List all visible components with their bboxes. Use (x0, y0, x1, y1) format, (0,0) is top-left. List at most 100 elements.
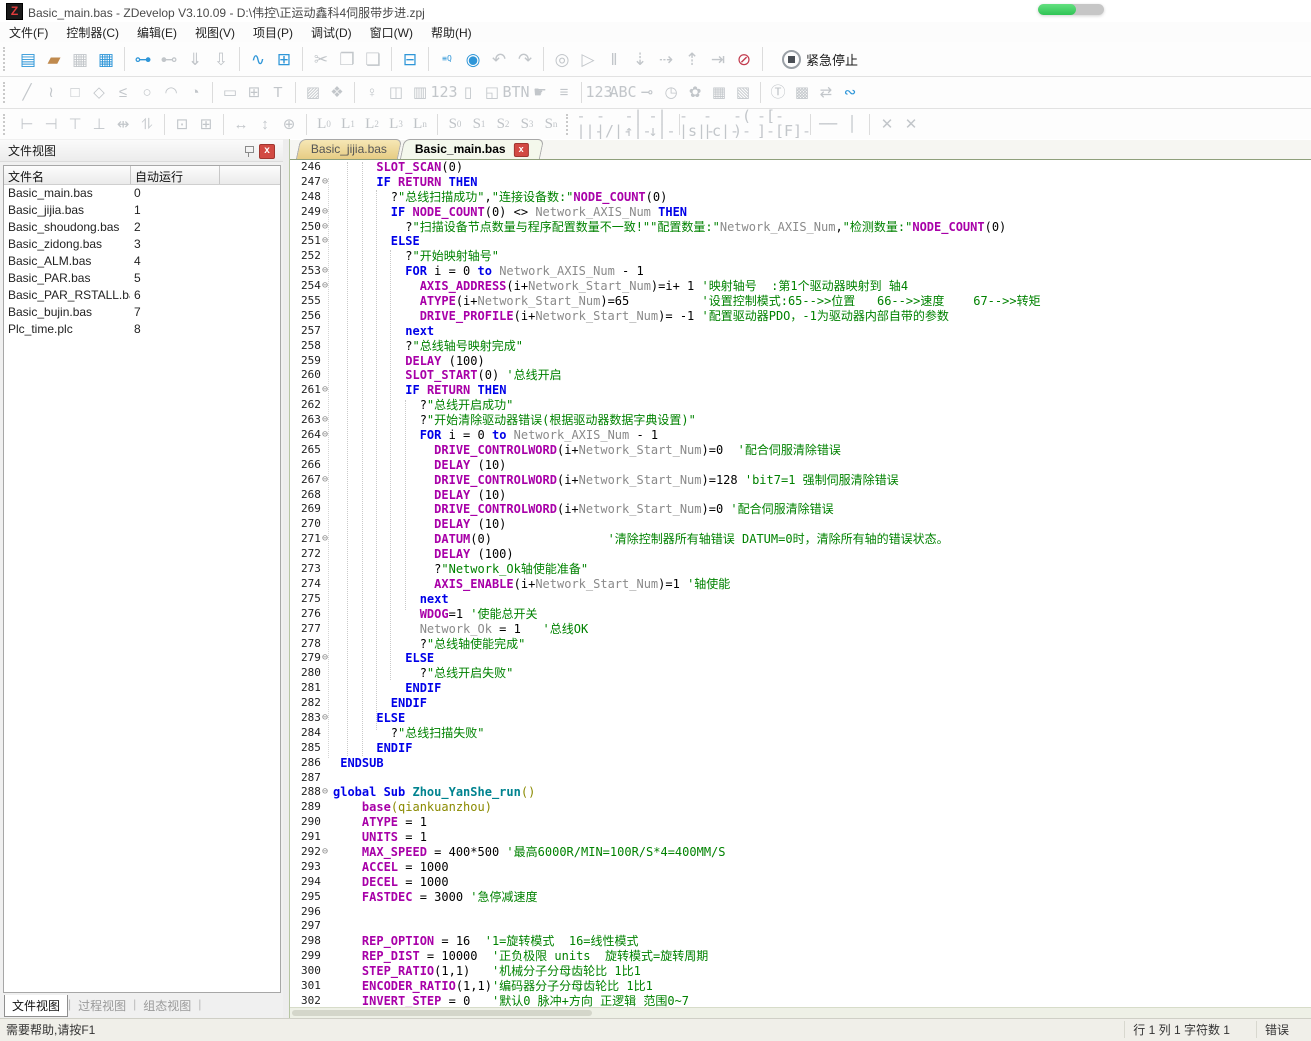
code-line-257[interactable]: 257 next (290, 324, 1311, 339)
fold-marker-icon[interactable]: ⊖ (322, 711, 328, 726)
menu-item-6[interactable]: 窗口(W) (361, 22, 422, 43)
code-line-247[interactable]: 247⊖ IF RETURN THEN (290, 175, 1311, 190)
code-line-299[interactable]: 299 REP_DIST = 10000 '正负极限 units 旋转模式=旋转… (290, 949, 1311, 964)
editor-tab-Basic_jijia.bas[interactable]: Basic_jijia.bas (296, 139, 402, 159)
code-line-267[interactable]: 267⊖ DRIVE_CONTROLWORD(i+Network_Start_N… (290, 473, 1311, 488)
code-line-295[interactable]: 295 FASTDEC = 3000 '急停减速度 (290, 890, 1311, 905)
code-line-270[interactable]: 270 DELAY (10) (290, 517, 1311, 532)
code-line-288[interactable]: 288⊖global Sub Zhou_YanShe_run() (290, 785, 1311, 800)
picture-box-icon[interactable]: ▩ (790, 82, 814, 104)
fold-marker-icon[interactable]: ⊖ (322, 383, 328, 398)
horizontal-scrollbar[interactable] (290, 1007, 1311, 1018)
code-line-258[interactable]: 258 ?"总线轴号映射完成" (290, 339, 1311, 354)
text-tool-icon[interactable]: T (266, 82, 290, 104)
close-panel-button[interactable]: x (259, 144, 275, 159)
paste-icon[interactable]: ❏ (360, 46, 386, 72)
toolbar-grip[interactable] (566, 114, 573, 135)
state-s1-icon[interactable]: S1 (467, 113, 491, 135)
code-line-252[interactable]: 252 ?"开始映射轴号" (290, 249, 1311, 264)
code-line-248[interactable]: 248 ?"总线扫描成功","连接设备数:"NODE_COUNT(0) (290, 190, 1311, 205)
swap-icon[interactable]: ⇄ (814, 82, 838, 104)
undo-icon[interactable]: ↶ (486, 46, 512, 72)
center-horizontal-icon[interactable]: ⇹ (111, 113, 135, 135)
connect-controller-icon[interactable]: ⊶ (130, 46, 156, 72)
code-line-292[interactable]: 292⊖ MAX_SPEED = 400*500 '最高6000R/MIN=10… (290, 845, 1311, 860)
horizontal-line-icon[interactable]: ── (816, 113, 840, 135)
layer-l3-icon[interactable]: L3 (384, 113, 408, 135)
center-on-grid-icon[interactable]: ⊕ (277, 113, 301, 135)
textbox-icon[interactable]: Ⓣ (766, 82, 790, 104)
fold-marker-icon[interactable]: ⊖ (322, 264, 328, 279)
state-sn-icon[interactable]: Sn (539, 113, 563, 135)
delete-branch-icon[interactable]: ✕ (899, 113, 923, 135)
code-line-300[interactable]: 300 STEP_RATIO(1,1) '机械分子分母齿轮比 1比1 (290, 964, 1311, 979)
touch-widget-icon[interactable]: ☛ (528, 82, 552, 104)
fold-marker-icon[interactable]: ⊖ (322, 175, 328, 190)
pause-icon[interactable]: ‖ (601, 46, 627, 72)
code-line-281[interactable]: 281 ENDIF (290, 681, 1311, 696)
debug-target-icon[interactable]: ◎ (549, 46, 575, 72)
toolbar-grip[interactable] (3, 114, 10, 135)
disconnect-controller-icon[interactable]: ⊷ (156, 46, 182, 72)
code-line-269[interactable]: 269 DRIVE_CONTROLWORD(i+Network_Start_Nu… (290, 502, 1311, 517)
code-line-301[interactable]: 301 ENCODER_RATIO(1,1)'编码器分子分母齿轮比 1比1 (290, 979, 1311, 994)
code-line-261[interactable]: 261⊖ IF RETURN THEN (290, 383, 1311, 398)
code-line-277[interactable]: 277 Network_Ok = 1 '总线OK (290, 622, 1311, 637)
save-file-icon[interactable]: ▦ (67, 46, 93, 72)
code-line-249[interactable]: 249⊖ IF NODE_COUNT(0) <> Network_AXIS_Nu… (290, 205, 1311, 220)
file-row-Basic_jijia.bas[interactable]: Basic_jijia.bas1 (4, 202, 280, 219)
fold-marker-icon[interactable]: ⊖ (322, 205, 328, 220)
toggle-icon[interactable]: ▯ (456, 82, 480, 104)
print-icon[interactable]: ⊟ (397, 46, 423, 72)
column-filename[interactable]: 文件名 (4, 166, 131, 184)
align-top-icon[interactable]: ⊤ (63, 113, 87, 135)
tab-close-icon[interactable]: x (514, 143, 529, 157)
save-data-icon[interactable]: ▦ (707, 82, 731, 104)
code-line-279[interactable]: 279⊖ ELSE (290, 651, 1311, 666)
new-file-icon[interactable]: ▤ (15, 46, 41, 72)
toolbar-grip[interactable] (3, 82, 10, 104)
distribute-vertical-icon[interactable]: ↕ (253, 113, 277, 135)
emergency-stop-button[interactable]: 紧急停止 (774, 47, 866, 72)
draw-rect-icon[interactable]: □ (63, 82, 87, 104)
file-row-Basic_zidong.bas[interactable]: Basic_zidong.bas3 (4, 236, 280, 253)
code-line-293[interactable]: 293 ACCEL = 1000 (290, 860, 1311, 875)
code-line-283[interactable]: 283⊖ ELSE (290, 711, 1311, 726)
timer-icon[interactable]: ◷ (659, 82, 683, 104)
fold-marker-icon[interactable]: ⊖ (322, 428, 328, 443)
download-rom-icon[interactable]: ⇩ (208, 46, 234, 72)
run-icon[interactable]: ▷ (575, 46, 601, 72)
code-line-271[interactable]: 271⊖ DATUM(0) '清除控制器所有轴错误 DATUM=0时，清除所有轴… (290, 532, 1311, 547)
code-line-253[interactable]: 253⊖ FOR i = 0 to Network_AXIS_Num - 1 (290, 264, 1311, 279)
draw-arc-icon[interactable]: ◠ (159, 82, 183, 104)
abc-slider-icon[interactable]: ABC (611, 82, 635, 104)
file-row-Plc_time.plc[interactable]: Plc_time.plc8 (4, 321, 280, 338)
code-line-280[interactable]: 280 ?"总线开启失败" (290, 666, 1311, 681)
menu-item-7[interactable]: 帮助(H) (422, 22, 481, 43)
file-row-Basic_shoudong.bas[interactable]: Basic_shoudong.bas2 (4, 219, 280, 236)
step-into-icon[interactable]: ⇣ (627, 46, 653, 72)
panel-tab-2[interactable]: 组态视图 (136, 995, 198, 1016)
output-view-icon[interactable]: ◉ (460, 46, 486, 72)
fold-marker-icon[interactable]: ⊖ (322, 279, 328, 294)
file-row-Basic_PAR.bas[interactable]: Basic_PAR.bas5 (4, 270, 280, 287)
file-row-Basic_bujin.bas[interactable]: Basic_bujin.bas7 (4, 304, 280, 321)
code-area[interactable]: 246 SLOT_SCAN(0)247⊖ IF RETURN THEN248 ?… (290, 160, 1311, 1008)
open-file-icon[interactable]: ▰ (41, 46, 67, 72)
file-row-Basic_main.bas[interactable]: Basic_main.bas0 (4, 185, 280, 202)
lamp-icon[interactable]: ♀ (360, 82, 384, 104)
draw-circle-icon[interactable]: ○ (135, 82, 159, 104)
fold-marker-icon[interactable]: ⊖ (322, 234, 328, 249)
draw-polygon-icon[interactable]: ◇ (87, 82, 111, 104)
code-line-254[interactable]: 254⊖ AXIS_ADDRESS(i+Network_Start_Num)=i… (290, 279, 1311, 294)
delete-element-icon[interactable]: ✕ (875, 113, 899, 135)
align-right-icon[interactable]: ⊣ (39, 113, 63, 135)
contact-cls-icon[interactable]: -|c|- (709, 113, 733, 135)
editor-tab-Basic_main.bas[interactable]: Basic_main.basx (400, 139, 544, 159)
image-tool-icon[interactable]: ▨ (301, 82, 325, 104)
download-ram-icon[interactable]: ⇓ (182, 46, 208, 72)
device-io-icon[interactable]: ▥ (408, 82, 432, 104)
code-line-259[interactable]: 259 DELAY (100) (290, 354, 1311, 369)
code-line-273[interactable]: 273 ?"Network_Ok轴使能准备" (290, 562, 1311, 577)
code-line-264[interactable]: 264⊖ FOR i = 0 to Network_AXIS_Num - 1 (290, 428, 1311, 443)
